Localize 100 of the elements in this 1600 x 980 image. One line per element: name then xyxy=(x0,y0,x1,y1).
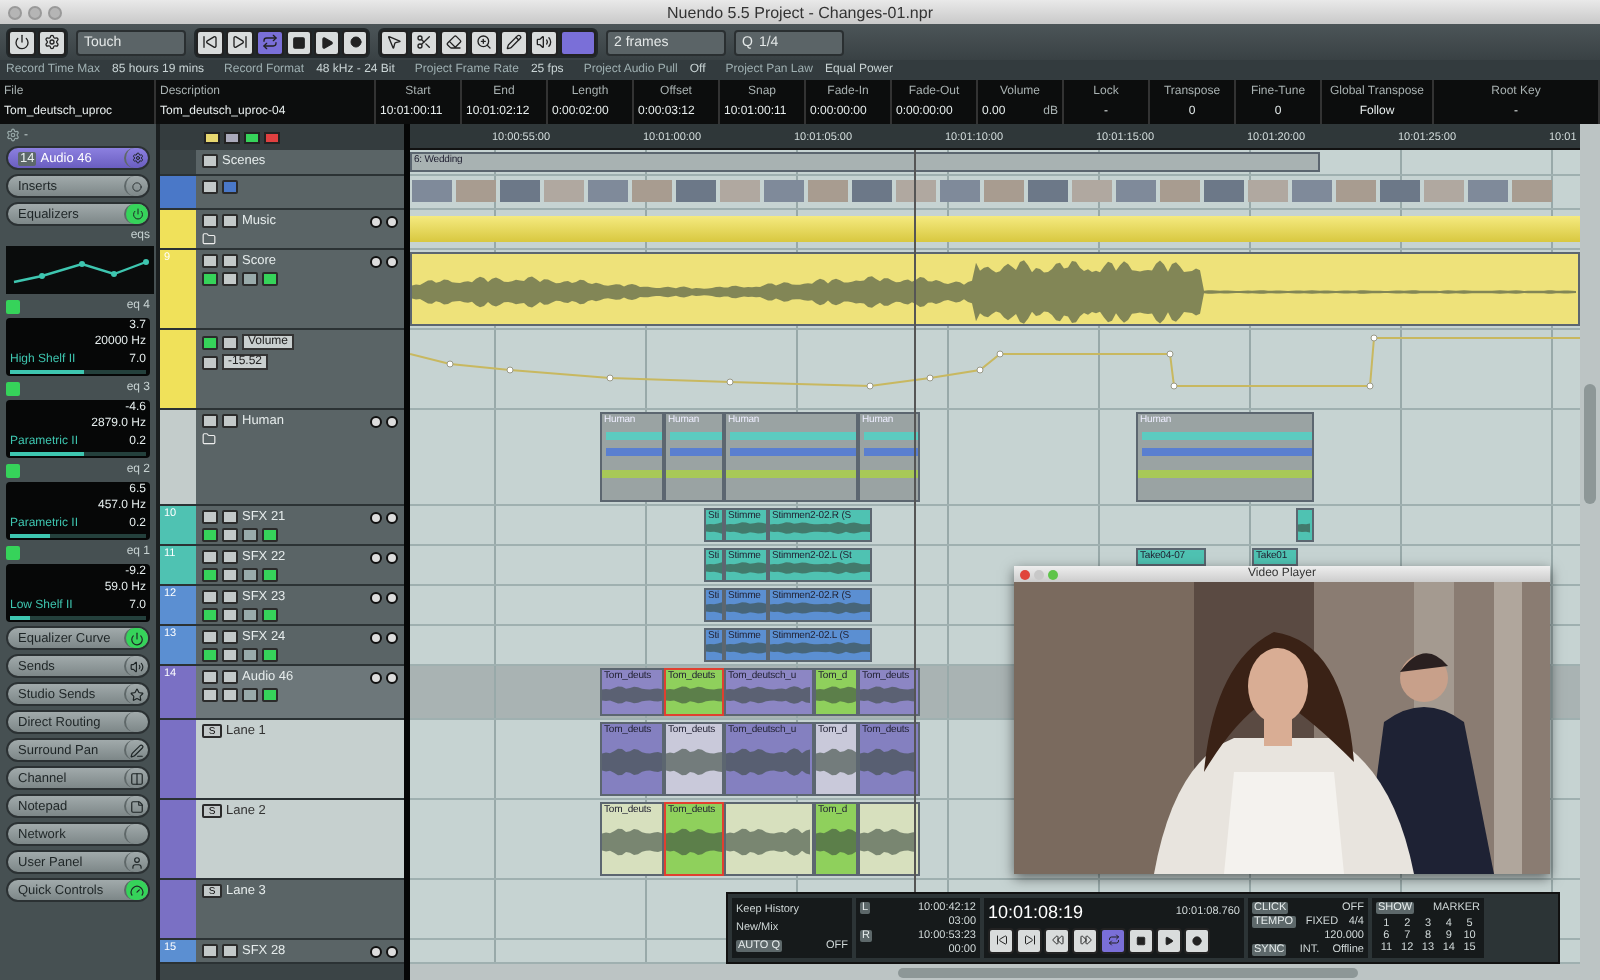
lanes-button[interactable] xyxy=(262,648,278,662)
edit-button[interactable] xyxy=(242,608,258,622)
color-button[interactable] xyxy=(560,29,596,55)
solo-button[interactable] xyxy=(222,254,238,268)
record-button[interactable] xyxy=(370,671,382,683)
write-button[interactable] xyxy=(222,335,238,349)
mute-button[interactable] xyxy=(202,550,218,564)
read-button[interactable] xyxy=(202,568,218,582)
band-power-button[interactable] xyxy=(6,463,20,477)
lanes-button[interactable] xyxy=(262,568,278,582)
record-button[interactable] xyxy=(370,551,382,563)
audio-event[interactable] xyxy=(858,802,920,876)
stop-button[interactable] xyxy=(1128,927,1154,954)
record-button[interactable] xyxy=(370,511,382,523)
read-button[interactable] xyxy=(202,688,218,702)
scissors-tool[interactable] xyxy=(410,29,438,55)
read-button[interactable] xyxy=(202,608,218,622)
mute-button[interactable] xyxy=(202,355,218,369)
write-button[interactable] xyxy=(222,648,238,662)
horizontal-scrollbar[interactable] xyxy=(410,964,1580,980)
record-button[interactable] xyxy=(370,631,382,643)
speaker-tool[interactable] xyxy=(530,29,558,55)
q-slider[interactable] xyxy=(10,369,146,374)
mute-button[interactable] xyxy=(202,510,218,524)
mute-button[interactable] xyxy=(202,414,218,428)
monitor-button[interactable] xyxy=(386,631,398,643)
record-button[interactable] xyxy=(370,255,382,267)
monitor-button[interactable] xyxy=(386,415,398,427)
audio-event[interactable] xyxy=(724,802,814,876)
monitor-button[interactable] xyxy=(386,591,398,603)
edit-button[interactable] xyxy=(242,528,258,542)
record-button[interactable] xyxy=(1184,927,1210,954)
monitor-button[interactable] xyxy=(386,215,398,227)
q-slider[interactable] xyxy=(10,451,146,456)
monitor-button[interactable] xyxy=(386,551,398,563)
write-button[interactable] xyxy=(222,688,238,702)
solo-button[interactable] xyxy=(222,630,238,644)
rewind-button[interactable] xyxy=(1044,927,1070,954)
mute-button[interactable] xyxy=(202,214,218,228)
record-button[interactable] xyxy=(370,415,382,427)
settings-button[interactable] xyxy=(38,29,66,55)
zoom-tool[interactable] xyxy=(470,29,498,55)
band-power-button[interactable] xyxy=(6,545,20,559)
monitor-button[interactable] xyxy=(386,671,398,683)
play-button[interactable] xyxy=(1156,927,1182,954)
read-button[interactable] xyxy=(202,648,218,662)
solo-button[interactable] xyxy=(222,550,238,564)
edit-button[interactable] xyxy=(242,648,258,662)
go-to-start-button[interactable] xyxy=(988,927,1014,954)
edit-button[interactable] xyxy=(242,272,258,286)
close-button[interactable] xyxy=(1020,569,1030,579)
record-button[interactable] xyxy=(370,215,382,227)
cycle-button[interactable] xyxy=(1100,927,1126,954)
play-button[interactable] xyxy=(314,29,340,55)
pencil-tool[interactable] xyxy=(500,29,528,55)
activate-button[interactable] xyxy=(8,29,36,55)
edit-button[interactable] xyxy=(242,568,258,582)
eraser-tool[interactable] xyxy=(440,29,468,55)
solo-button[interactable] xyxy=(222,944,238,958)
pointer-tool[interactable] xyxy=(380,29,408,55)
solo-button[interactable] xyxy=(222,414,238,428)
monitor-button[interactable] xyxy=(386,255,398,267)
mute-button[interactable] xyxy=(202,944,218,958)
read-button[interactable] xyxy=(202,272,218,286)
vertical-scrollbar[interactable] xyxy=(1580,124,1600,980)
go-to-end-button[interactable] xyxy=(1016,927,1042,954)
lanes-button[interactable] xyxy=(262,528,278,542)
go-to-start-button[interactable] xyxy=(196,29,224,55)
mute-button[interactable] xyxy=(202,254,218,268)
audio-event[interactable] xyxy=(1296,508,1314,542)
mute-button[interactable] xyxy=(202,630,218,644)
mute-button[interactable] xyxy=(202,670,218,684)
write-button[interactable] xyxy=(222,568,238,582)
record-button[interactable] xyxy=(370,945,382,957)
monitor-button[interactable] xyxy=(386,511,398,523)
read-button[interactable] xyxy=(202,528,218,542)
stop-button[interactable] xyxy=(286,29,312,55)
band-power-button[interactable] xyxy=(6,381,20,395)
record-button[interactable] xyxy=(370,591,382,603)
mute-button[interactable] xyxy=(202,590,218,604)
edit-button[interactable] xyxy=(242,688,258,702)
fast-forward-button[interactable] xyxy=(1072,927,1098,954)
lanes-button[interactable] xyxy=(262,272,278,286)
record-button[interactable] xyxy=(342,29,368,55)
cycle-button[interactable] xyxy=(256,29,284,55)
solo-button[interactable] xyxy=(222,214,238,228)
solo-button[interactable] xyxy=(222,670,238,684)
q-slider[interactable] xyxy=(10,615,146,620)
read-button[interactable] xyxy=(202,335,218,349)
write-button[interactable] xyxy=(222,528,238,542)
go-to-end-button[interactable] xyxy=(226,29,254,55)
band-power-button[interactable] xyxy=(6,299,20,313)
write-button[interactable] xyxy=(222,608,238,622)
solo-button[interactable] xyxy=(222,510,238,524)
q-slider[interactable] xyxy=(10,533,146,538)
lanes-button[interactable] xyxy=(262,688,278,702)
monitor-button[interactable] xyxy=(386,945,398,957)
solo-button[interactable] xyxy=(222,590,238,604)
lanes-button[interactable] xyxy=(262,608,278,622)
write-button[interactable] xyxy=(222,272,238,286)
